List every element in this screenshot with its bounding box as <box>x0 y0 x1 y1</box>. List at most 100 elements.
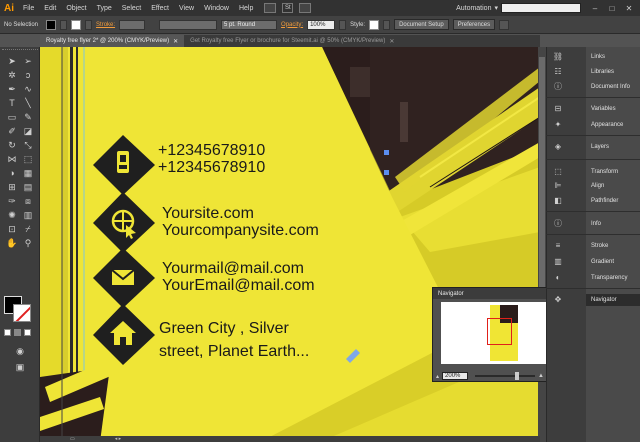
fill-swatch[interactable] <box>46 19 57 30</box>
width-tool-icon[interactable]: ⋈ <box>5 153 19 165</box>
rotate-tool-icon[interactable]: ↻ <box>5 139 19 151</box>
status-artboard-nav[interactable]: ◂ ▸ <box>115 436 121 442</box>
panel-grip[interactable] <box>2 49 38 52</box>
tab-document-1[interactable]: Royalty free flyer 2* @ 200% (CMYK/Previ… <box>40 35 185 47</box>
bridge-icon[interactable] <box>264 3 277 13</box>
panel-stroke[interactable]: Stroke <box>586 240 640 252</box>
style-swatch[interactable] <box>369 19 380 30</box>
brush-field[interactable]: 5 pt. Round <box>221 19 278 30</box>
opacity-dropdown[interactable] <box>339 19 347 30</box>
workspace-switcher[interactable]: Automation <box>456 5 491 12</box>
chevron-down-icon[interactable]: ▾ <box>494 4 498 12</box>
minimize-icon[interactable]: – <box>588 3 602 13</box>
control-bar-menu-icon[interactable] <box>499 19 510 30</box>
align-icon[interactable]: ⊫ <box>553 181 563 190</box>
panel-document-info[interactable]: Document Info <box>586 81 640 93</box>
stroke-swatch[interactable] <box>71 19 82 30</box>
artboard-tool-icon[interactable]: ⊡ <box>5 223 19 235</box>
stroke-label[interactable]: Stroke: <box>96 22 115 28</box>
none-mode-icon[interactable] <box>24 329 31 336</box>
paintbrush-tool-icon[interactable]: ✎ <box>21 111 35 123</box>
free-transform-tool-icon[interactable]: ⬚ <box>21 153 35 165</box>
variable-width-field[interactable] <box>159 19 218 30</box>
gradient-mode-icon[interactable] <box>14 329 21 336</box>
appearance-icon[interactable]: ✦ <box>553 120 563 129</box>
perspective-grid-tool-icon[interactable]: ▦ <box>21 167 35 179</box>
panel-transform[interactable]: Transform <box>586 166 640 178</box>
navigator-preview[interactable] <box>441 302 563 364</box>
close-icon[interactable]: ✕ <box>173 38 178 45</box>
zoom-tool-icon[interactable]: ⚲ <box>21 237 35 249</box>
menu-window[interactable]: Window <box>199 5 234 12</box>
panel-appearance[interactable]: Appearance <box>586 119 640 131</box>
panel-pathfinder[interactable]: Pathfinder <box>586 195 640 207</box>
magic-wand-tool-icon[interactable]: ✲ <box>5 69 19 81</box>
symbol-sprayer-tool-icon[interactable]: ✺ <box>5 209 19 221</box>
shaper-tool-icon[interactable]: ✐ <box>5 125 19 137</box>
libraries-icon[interactable]: ☷ <box>553 67 563 76</box>
arrange-documents-icon[interactable] <box>299 3 312 13</box>
menu-file[interactable]: File <box>18 5 39 12</box>
close-icon[interactable]: ✕ <box>389 38 394 45</box>
layers-icon[interactable]: ◈ <box>553 142 563 151</box>
type-tool-icon[interactable]: T <box>5 97 19 109</box>
gradient-tool-icon[interactable]: ▤ <box>21 181 35 193</box>
menu-select[interactable]: Select <box>117 5 146 12</box>
preferences-button[interactable]: Preferences <box>452 19 496 30</box>
pen-tool-icon[interactable]: ✒ <box>5 83 19 95</box>
search-input[interactable] <box>501 3 581 13</box>
artboard-canvas[interactable]: +12345678910 +12345678910 Yoursite.com Y… <box>40 47 540 442</box>
zoom-slider[interactable] <box>475 372 536 380</box>
panel-variables[interactable]: Variables <box>586 103 640 115</box>
tab-document-2[interactable]: Get Royalty free Flyer or brochure for S… <box>184 35 401 47</box>
blend-tool-icon[interactable]: ⧈ <box>21 195 35 207</box>
vertical-scrollbar[interactable] <box>538 47 546 442</box>
menu-effect[interactable]: Effect <box>146 5 174 12</box>
style-dropdown[interactable] <box>383 19 391 30</box>
close-icon[interactable]: ✕ <box>622 3 636 13</box>
lasso-tool-icon[interactable]: ↄ <box>21 69 35 81</box>
maximize-icon[interactable]: □ <box>605 3 619 13</box>
fill-dropdown[interactable] <box>60 19 68 30</box>
line-tool-icon[interactable]: ╲ <box>21 97 35 109</box>
panel-align[interactable]: Align <box>586 180 640 192</box>
panel-navigator[interactable]: Navigator <box>586 294 640 306</box>
menu-edit[interactable]: Edit <box>39 5 61 12</box>
navigator-view-box[interactable] <box>487 318 512 345</box>
menu-object[interactable]: Object <box>61 5 91 12</box>
variables-icon[interactable]: ⊟ <box>553 104 563 113</box>
scale-tool-icon[interactable]: ⤡ <box>21 139 35 151</box>
color-mode-icon[interactable] <box>4 329 11 336</box>
hand-tool-icon[interactable]: ✋ <box>5 237 19 249</box>
transparency-icon[interactable]: ◐ <box>553 273 563 282</box>
zoom-out-icon[interactable]: ▴ <box>436 373 439 380</box>
menu-type[interactable]: Type <box>92 5 117 12</box>
screen-mode-icon[interactable]: ▣ <box>13 361 27 373</box>
curvature-tool-icon[interactable]: ∿ <box>21 83 35 95</box>
panel-info[interactable]: Info <box>586 218 640 230</box>
navigator-icon[interactable]: ✥ <box>553 295 563 304</box>
drawing-mode-icon[interactable]: ◉ <box>13 345 27 357</box>
gradient-icon[interactable]: ▥ <box>553 257 563 266</box>
panel-layers[interactable]: Layers <box>586 141 640 153</box>
document-setup-button[interactable]: Document Setup <box>394 19 449 30</box>
eraser-tool-icon[interactable]: ◪ <box>21 125 35 137</box>
panel-libraries[interactable]: Libraries <box>586 66 640 78</box>
links-icon[interactable]: ⛓ <box>553 52 563 61</box>
stock-button[interactable]: St <box>282 3 294 13</box>
direct-selection-tool-icon[interactable]: ➢ <box>21 55 35 67</box>
column-graph-tool-icon[interactable]: ▥ <box>21 209 35 221</box>
menu-help[interactable]: Help <box>234 5 258 12</box>
zoom-in-icon[interactable]: ▲ <box>538 373 544 379</box>
document-info-icon[interactable]: ⓘ <box>553 82 563 91</box>
shape-builder-tool-icon[interactable]: ◑ <box>5 167 19 179</box>
stroke-icon[interactable]: ≡ <box>553 241 563 250</box>
panel-links[interactable]: Links <box>586 51 640 63</box>
panel-transparency[interactable]: Transparency <box>586 272 640 284</box>
stroke-dropdown[interactable] <box>85 19 93 30</box>
opacity-label[interactable]: Opacity: <box>281 22 303 28</box>
menu-view[interactable]: View <box>174 5 199 12</box>
status-zoom-field[interactable]: ▭ <box>70 436 75 442</box>
zoom-field[interactable]: 200% <box>442 372 469 380</box>
stroke-color-swatch[interactable] <box>13 304 31 322</box>
